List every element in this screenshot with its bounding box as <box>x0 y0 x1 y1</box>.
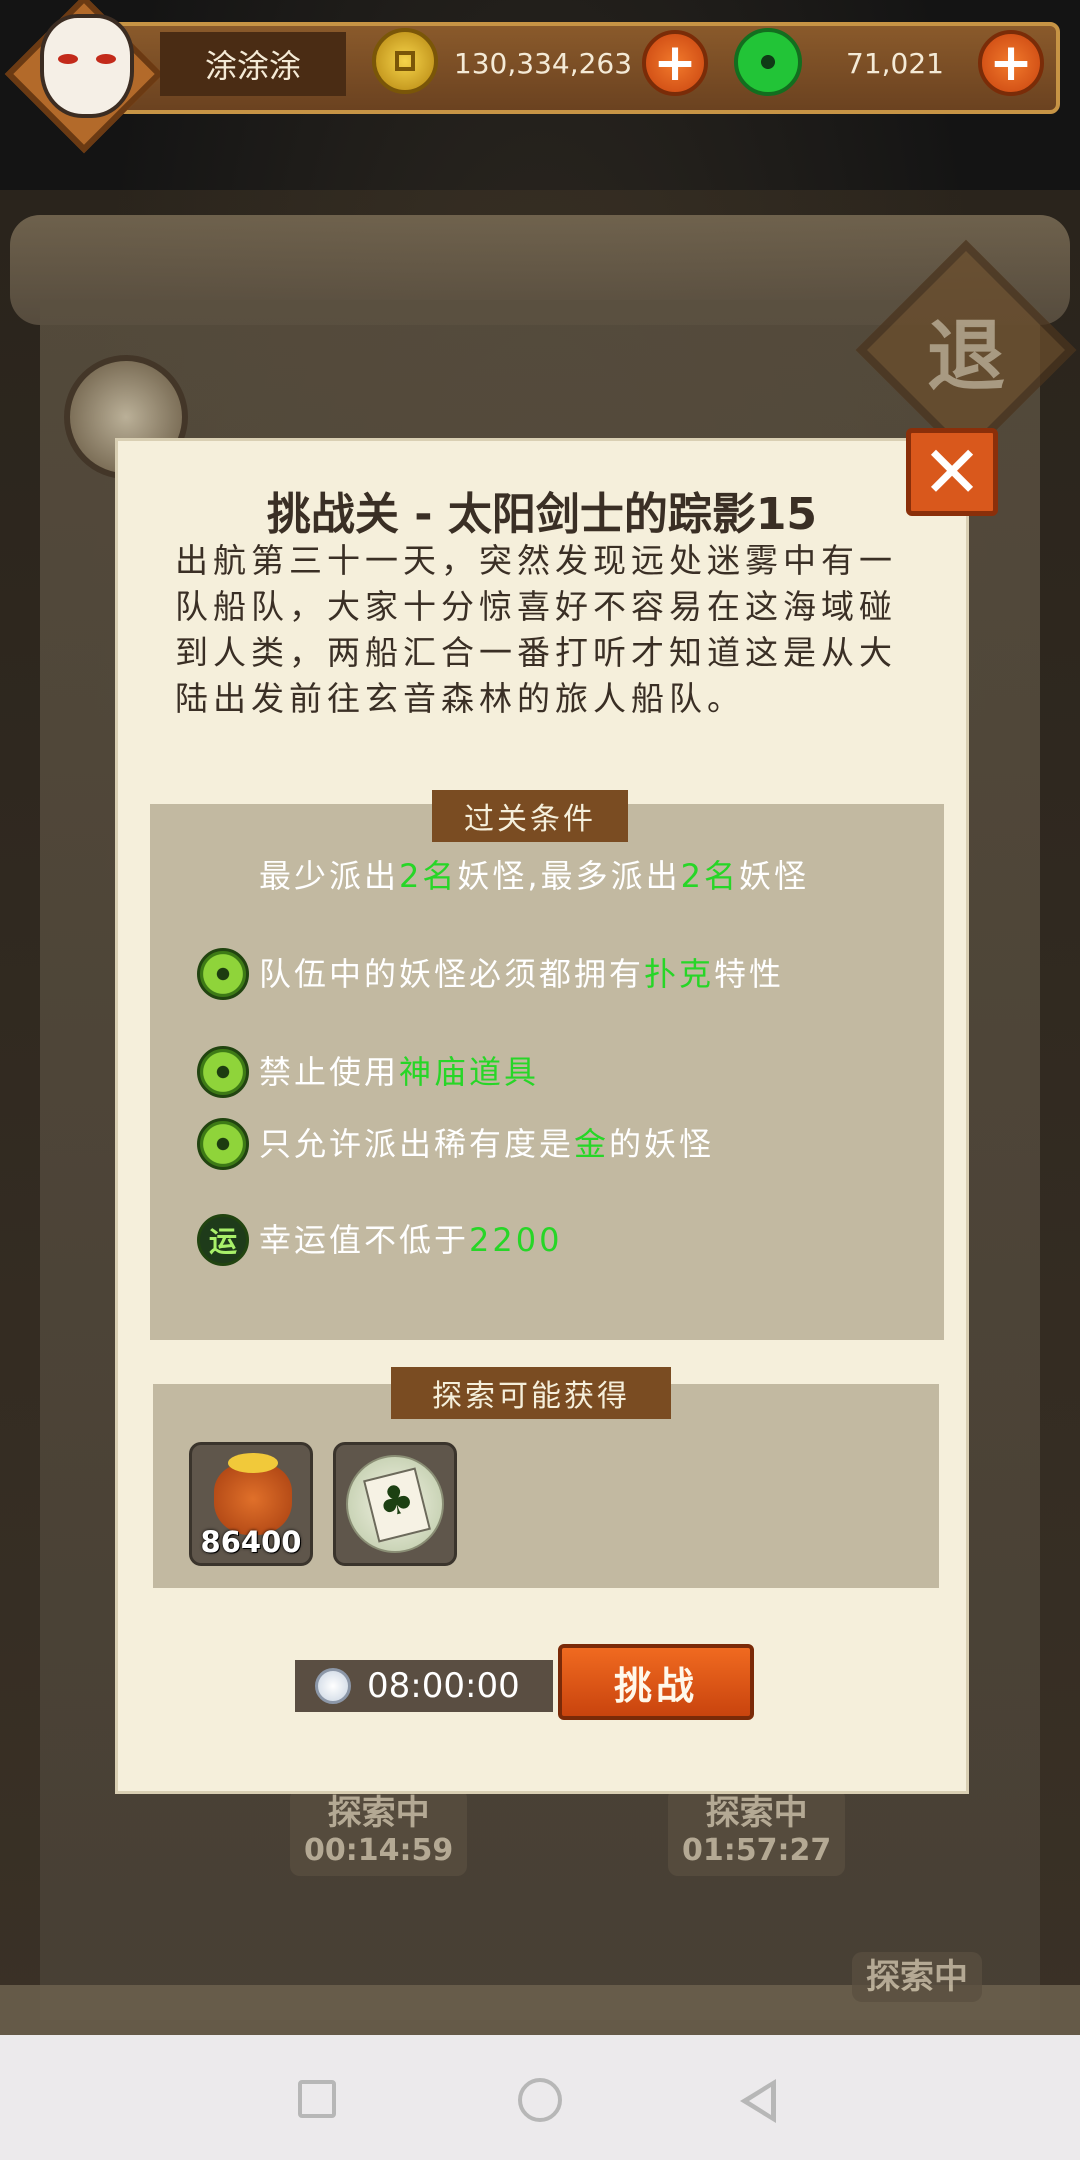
close-button[interactable]: ✕ <box>906 428 998 516</box>
avatar[interactable] <box>4 0 164 154</box>
exploring-badge: 探索中 00:14:59 <box>290 1788 468 1876</box>
condition-item: 禁止使用神庙道具 <box>197 1046 817 1098</box>
conditions-title: 过关条件 <box>432 790 628 842</box>
condition-text: 最少派出2名妖怪,最多派出2名妖怪 <box>259 857 809 895</box>
player-name: 涂涂涂 <box>160 32 346 96</box>
plus-icon: + <box>989 33 1033 93</box>
back-icon[interactable] <box>740 2079 776 2123</box>
dialog-title: 挑战关 - 太阳剑士的踪影15 <box>266 489 818 540</box>
condition-text: 禁止使用神庙道具 <box>259 1053 540 1091</box>
challenge-dialog: 挑战关 - 太阳剑士的踪影15 出航第三十一天，突然发现远处迷雾中有一队船队，大… <box>115 438 969 1794</box>
reward-gold-bag[interactable]: 86400 <box>189 1442 313 1566</box>
gold-coin-icon <box>372 28 438 94</box>
exploring-label: 探索中 <box>866 1957 968 1997</box>
home-icon[interactable] <box>518 2078 562 2122</box>
spiral-jade-icon <box>197 948 249 1000</box>
condition-item: 最少派出2名妖怪,最多派出2名妖怪 <box>197 850 817 902</box>
exploring-badge: 探索中 01:57:27 <box>668 1788 846 1876</box>
spiral-jade-icon <box>197 1118 249 1170</box>
challenge-button[interactable]: 挑战 <box>558 1644 754 1720</box>
condition-text: 只允许派出稀有度是金的妖怪 <box>259 1125 715 1163</box>
condition-text: 幸运值不低于2200 <box>259 1221 563 1259</box>
exploring-label: 探索中 <box>705 1793 808 1833</box>
gold-amount: 130,334,263 <box>453 46 633 80</box>
plus-icon: + <box>653 33 697 93</box>
exploring-timer: 01:57:27 <box>682 1833 832 1868</box>
fox-mask-avatar-icon <box>40 14 134 118</box>
stopwatch-icon <box>315 1668 351 1704</box>
condition-item: 运 幸运值不低于2200 <box>197 1214 817 1266</box>
explore-duration: 08:00:00 <box>295 1660 553 1712</box>
add-gold-button[interactable]: + <box>642 30 708 96</box>
jade-coin-icon <box>734 28 802 96</box>
jade-amount: 71,021 <box>846 46 944 80</box>
duration-text: 08:00:00 <box>367 1666 520 1706</box>
system-nav-bar <box>0 2035 1080 2160</box>
condition-text: 队伍中的妖怪必须都拥有扑克特性 <box>259 955 785 993</box>
exploring-badge: 探索中 <box>852 1952 982 2002</box>
exploring-label: 探索中 <box>327 1793 430 1833</box>
reward-clover-card[interactable] <box>333 1442 457 1566</box>
rewards-title: 探索可能获得 <box>391 1367 671 1419</box>
condition-item: 只允许派出稀有度是金的妖怪 <box>197 1118 817 1170</box>
condition-item: 队伍中的妖怪必须都拥有扑克特性 <box>197 948 817 1000</box>
back-label: 退 <box>926 312 1005 402</box>
add-jade-button[interactable]: + <box>978 30 1044 96</box>
close-icon: ✕ <box>921 430 983 514</box>
story-text: 出航第三十一天，突然发现远处迷雾中有一队船队，大家十分惊喜好不容易在这海域碰到人… <box>175 541 897 718</box>
reward-quantity: 86400 <box>200 1525 302 1559</box>
luck-icon: 运 <box>197 1214 249 1266</box>
spiral-jade-icon <box>197 1046 249 1098</box>
recent-apps-icon[interactable] <box>298 2080 336 2118</box>
exploring-timer: 00:14:59 <box>304 1833 454 1868</box>
